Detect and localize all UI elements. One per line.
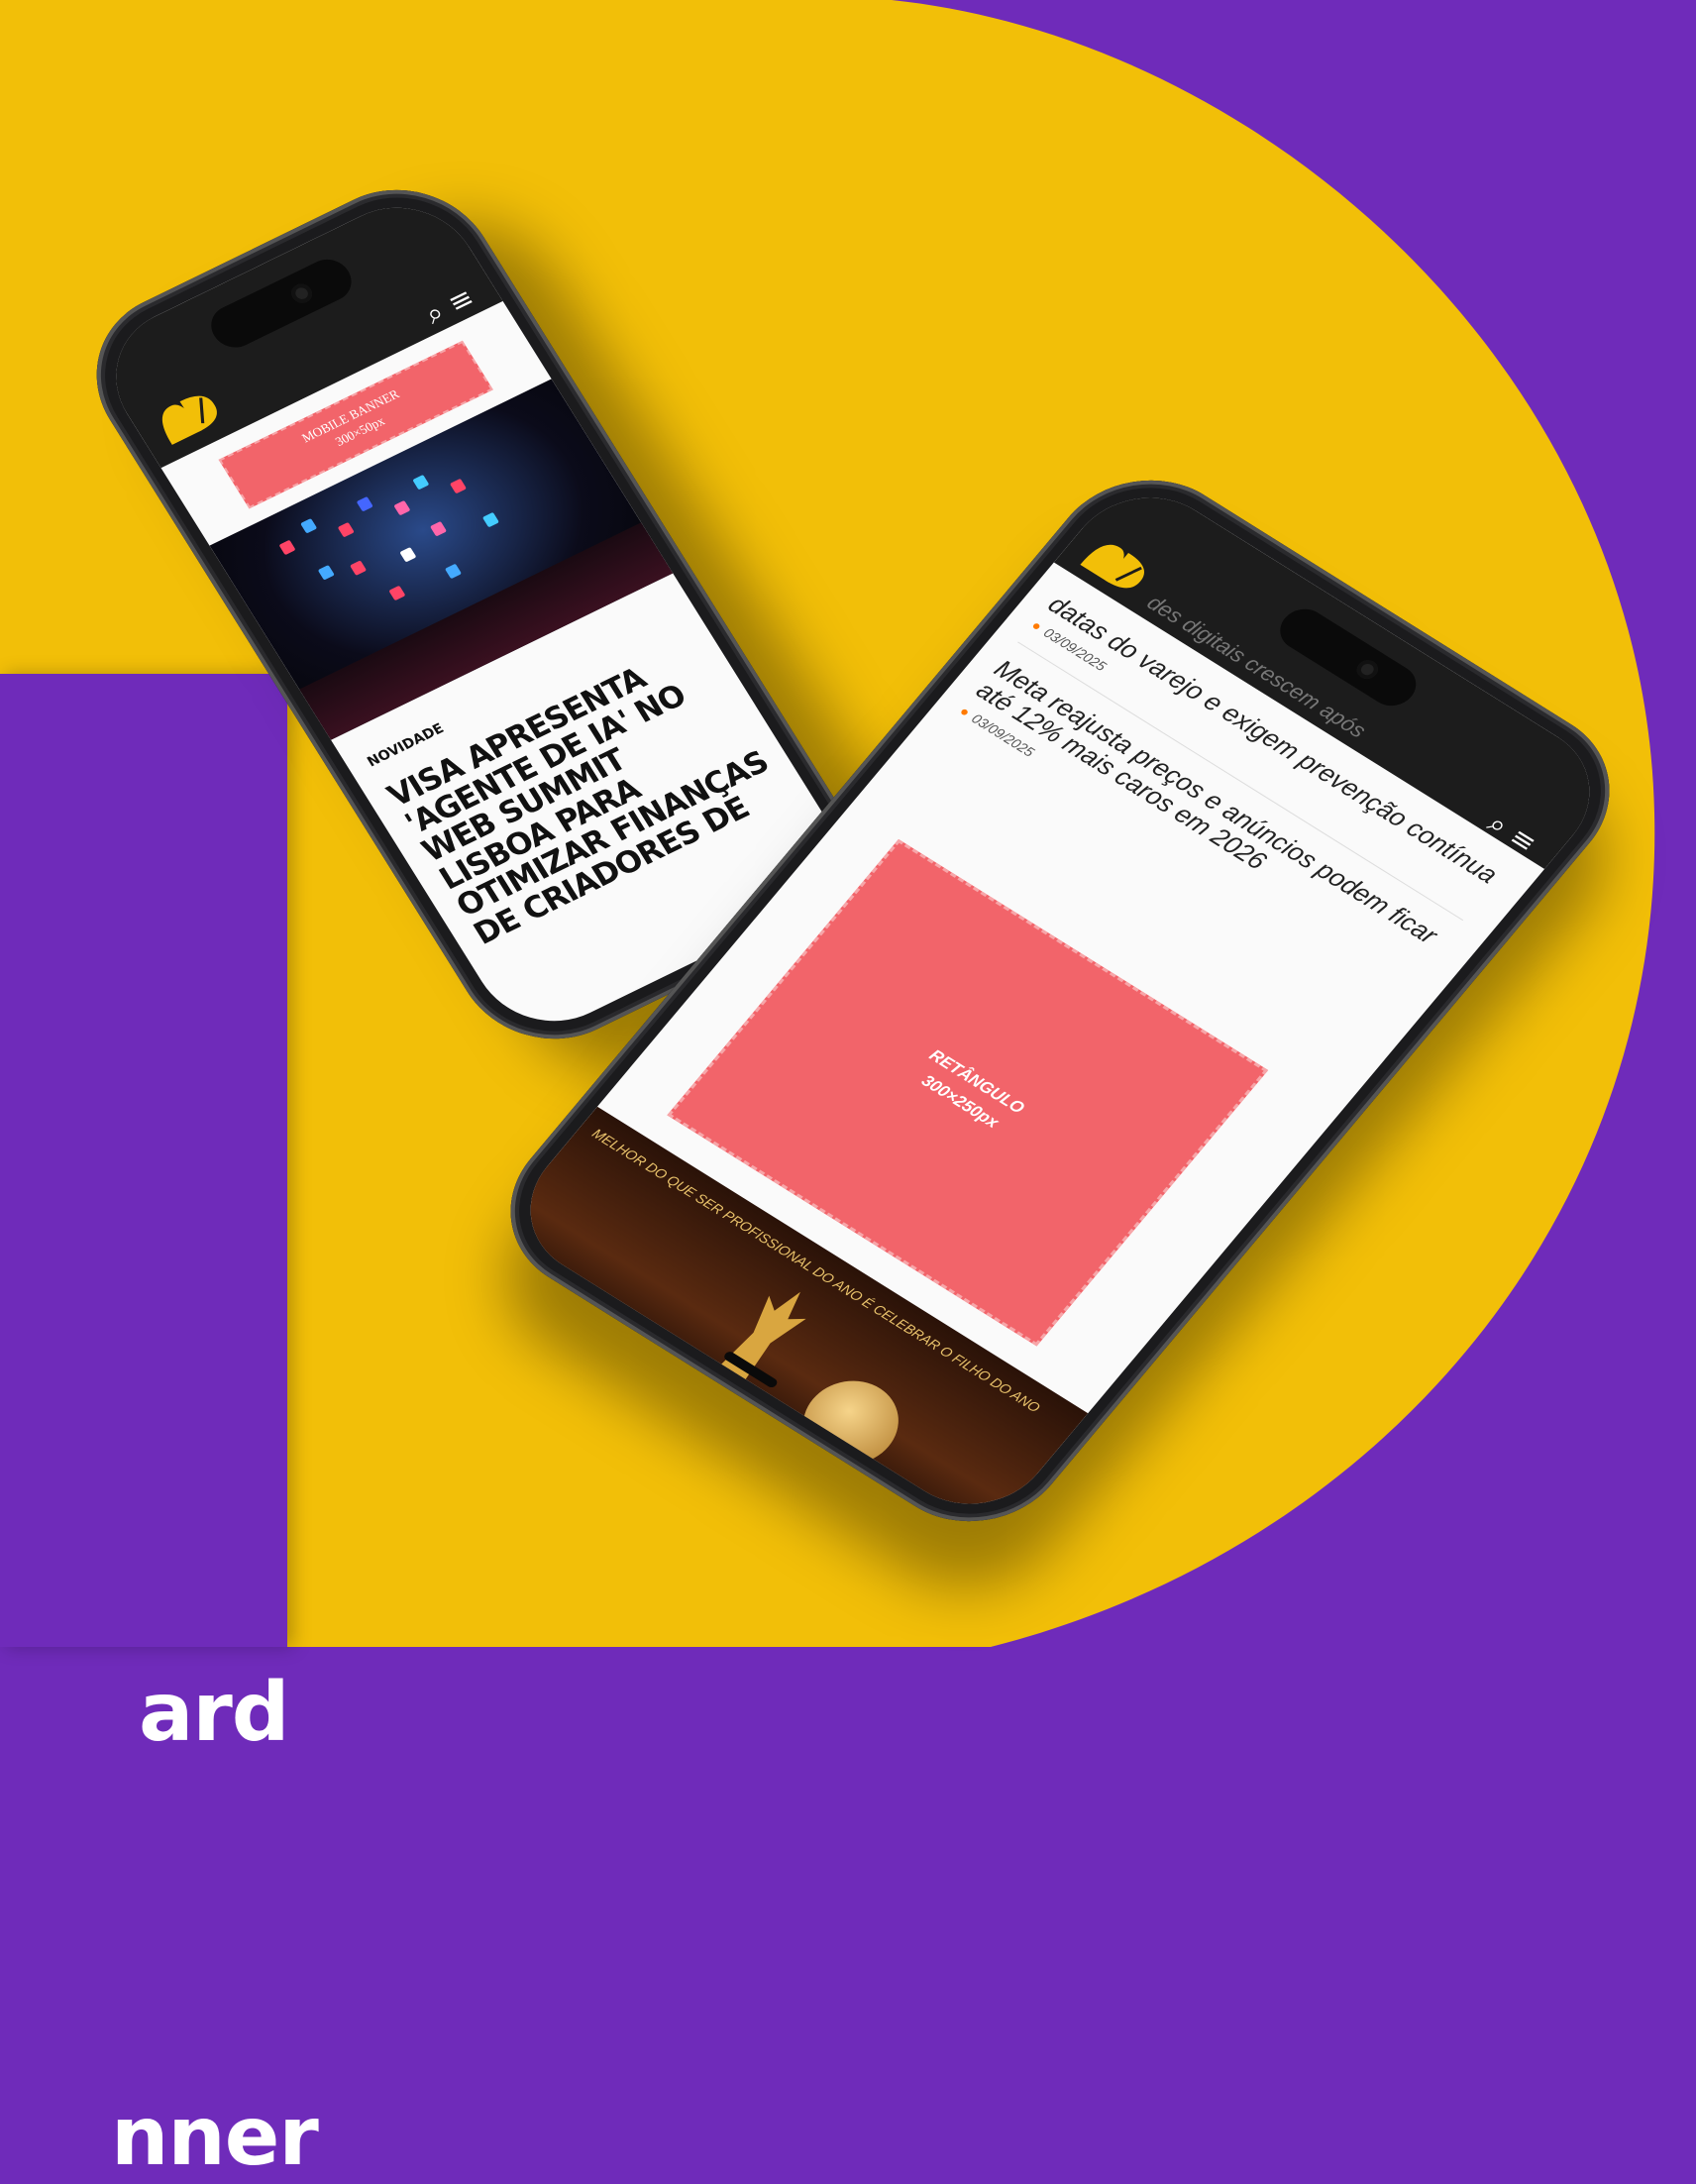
rect-size: 300×250px	[917, 1070, 1004, 1132]
dynamic-island	[202, 252, 361, 355]
purple-card: ard nner	[0, 674, 319, 2178]
card-text-line1: ard	[139, 1666, 289, 1760]
card-text-line2: nner	[111, 2090, 319, 2184]
search-icon[interactable]: ⌕	[419, 295, 451, 331]
camera-icon	[287, 280, 316, 307]
menu-icon[interactable]: ≡	[1503, 821, 1543, 859]
menu-icon[interactable]: ≡	[442, 281, 480, 319]
site-logo[interactable]	[154, 389, 224, 445]
rect-label: RETÂNGULO	[925, 1045, 1028, 1118]
camera-icon	[1352, 656, 1383, 683]
site-logo[interactable]	[1080, 537, 1152, 596]
